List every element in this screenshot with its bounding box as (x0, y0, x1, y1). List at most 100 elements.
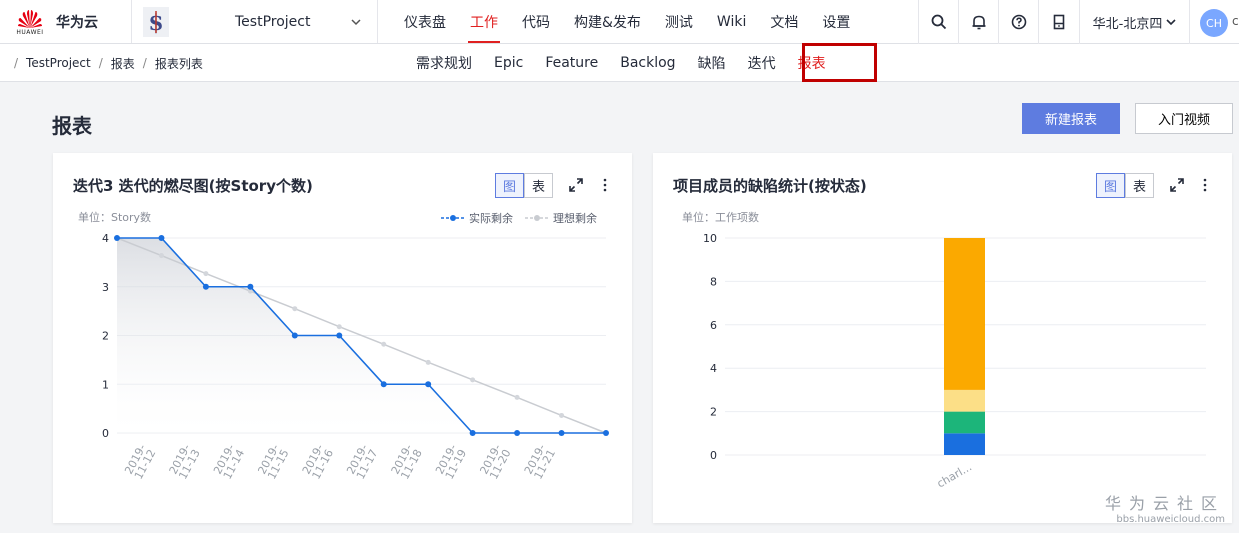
highlight-box (802, 43, 877, 82)
nav-tab[interactable]: 文档 (758, 0, 810, 43)
ideal-point (381, 341, 387, 347)
user-menu[interactable]: CH c (1189, 0, 1239, 44)
device-icon (1053, 14, 1065, 30)
y-tick-label: 8 (710, 275, 717, 288)
actual-point (603, 430, 609, 436)
new-report-button[interactable]: 新建报表 (1022, 103, 1120, 134)
nav-tab[interactable]: 工作 (458, 0, 510, 43)
bar-segment (944, 238, 985, 390)
bar-segment (944, 389, 985, 412)
actual-point (425, 381, 432, 388)
y-tick-label: 4 (102, 232, 109, 245)
nav-tab[interactable]: 仪表盘 (392, 0, 458, 43)
actual-point (158, 235, 165, 241)
chevron-down-icon (1166, 19, 1176, 26)
ideal-point (470, 377, 476, 383)
y-tick-label: 6 (710, 319, 717, 332)
page-title: 报表 (52, 114, 92, 138)
sub-nav-tab[interactable]: Epic (483, 55, 534, 71)
breadcrumb-item: 报表列表 (154, 56, 203, 71)
region-label: 华北-北京四 (1092, 16, 1163, 32)
sub-nav-tab[interactable]: 需求规划 (405, 53, 483, 73)
y-tick-label: 3 (102, 281, 109, 294)
actual-point (336, 332, 343, 339)
actual-point (469, 430, 476, 436)
defect-bar-chart: 0 2 4 6 8 10 charl... (703, 232, 1206, 491)
region-select[interactable]: 华北-北京四 (1079, 0, 1189, 44)
x-tick-label-text: charl... (935, 460, 974, 490)
y-tick-label: 4 (710, 362, 717, 375)
x-tick-label: 2019-11-18 (389, 442, 425, 482)
watermark-url: bbs.huaweicloud.com (1116, 514, 1225, 525)
x-tick-label: 2019-11-12 (122, 442, 158, 482)
defect-stats-card: 项目成员的缺陷统计(按状态) 图 表 单位：工作项数 0 2 4 6 8 10 charl.… (653, 153, 1232, 523)
bell-icon (972, 15, 985, 30)
breadcrumb-separator: / (98, 56, 103, 70)
x-tick-label: 2019-11-15 (255, 442, 291, 482)
chevron-down-icon (351, 18, 361, 25)
sub-nav-tab[interactable]: 缺陷 (687, 53, 737, 73)
y-tick-label: 0 (102, 427, 109, 440)
actual-point (247, 283, 254, 290)
y-tick-label: 2 (710, 406, 717, 419)
nav-tab[interactable]: Wiki (705, 0, 758, 43)
burndown-chart: 012342019-11-12 2019-11-13 2019-11-14 2019-… (102, 232, 609, 482)
sub-nav-tab[interactable]: Feature (534, 55, 609, 71)
nav-tab[interactable]: 构建&发布 (562, 0, 653, 43)
actual-point (558, 430, 565, 436)
x-tick-label: charl... (935, 460, 974, 490)
nav-tab[interactable]: 设置 (810, 0, 862, 43)
x-tick-label: 2019-11-17 (344, 442, 380, 482)
y-tick-label: 1 (102, 378, 109, 391)
device-button[interactable] (1038, 0, 1079, 44)
search-button[interactable] (918, 0, 958, 44)
ideal-point (514, 394, 520, 400)
logo-text: HUAWEI (16, 28, 44, 36)
ideal-point (203, 271, 209, 277)
x-tick-label: 2019-11-13 (167, 442, 203, 482)
y-tick-label: 2 (102, 330, 109, 343)
username-partial: c (1232, 14, 1239, 28)
bar-segment (944, 433, 985, 455)
sub-nav-tab[interactable]: Backlog (609, 55, 686, 71)
ideal-point (292, 306, 298, 312)
watermark: 华为云社区 bbs.huaweicloud.com (1105, 490, 1225, 525)
project-icon-box[interactable]: $ (132, 0, 180, 43)
breadcrumb-item[interactable]: TestProject (26, 56, 91, 70)
ideal-point (336, 324, 342, 330)
actual-point (514, 430, 521, 436)
notification-button[interactable] (958, 0, 998, 44)
breadcrumb-separator: / (142, 56, 147, 70)
breadcrumb: / TestProject / 报表 / 报表列表 (6, 44, 203, 82)
actual-point (291, 332, 298, 339)
help-button[interactable] (998, 0, 1038, 44)
search-icon (931, 14, 946, 30)
y-tick-label: 10 (703, 232, 717, 245)
actual-point (380, 381, 387, 388)
y-tick-label: 0 (710, 449, 717, 462)
sub-bar: / TestProject / 报表 / 报表列表 需求规划 Epic Featur… (0, 44, 1239, 82)
ideal-point (425, 359, 431, 365)
watermark-title: 华为云社区 (1104, 494, 1225, 513)
huawei-logo: HUAWEI (12, 8, 48, 36)
sub-nav-tab[interactable]: 迭代 (737, 53, 787, 73)
huawei-logo-icon (18, 9, 42, 28)
project-name: TestProject (235, 13, 311, 30)
project-dollar-icon: $ (143, 6, 169, 37)
avatar[interactable]: CH (1200, 9, 1228, 37)
x-tick-label: 2019-11-16 (300, 442, 336, 482)
x-tick-label: 2019-11-20 (477, 442, 513, 482)
breadcrumb-separator: / (14, 56, 19, 70)
burndown-card: 迭代3 迭代的燃尽图(按Story个数) 图 表 单位：Story数 实际剩余 … (53, 153, 632, 523)
nav-tab[interactable]: 代码 (510, 0, 562, 43)
x-tick-label: 2019-11-14 (211, 442, 247, 482)
main-nav: 仪表盘 工作 代码 构建&发布 测试 Wiki 文档 设置 (378, 0, 862, 43)
nav-tab[interactable]: 测试 (653, 0, 705, 43)
bar-segment (944, 411, 985, 434)
project-select[interactable]: TestProject (180, 0, 378, 43)
intro-video-button[interactable]: 入门视频 (1135, 103, 1233, 134)
breadcrumb-item[interactable]: 报表 (111, 55, 135, 72)
brand[interactable]: HUAWEI 华为云 (0, 0, 132, 43)
ideal-point (158, 253, 164, 259)
work-sub-nav: 需求规划 Epic Feature Backlog 缺陷 迭代 报表 (405, 44, 837, 82)
